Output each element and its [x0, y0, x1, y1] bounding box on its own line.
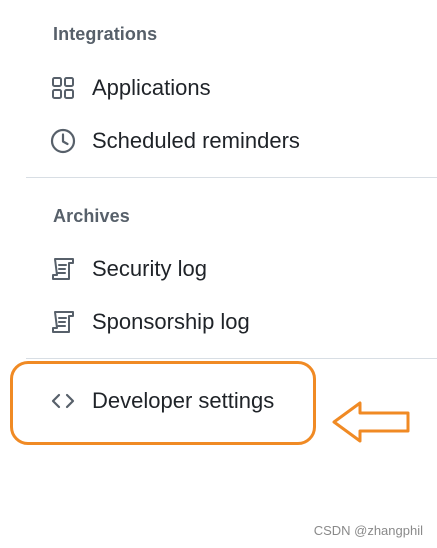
nav-item-sponsorship-log[interactable]: Sponsorship log	[50, 302, 250, 342]
highlight-box	[10, 361, 316, 445]
section-divider	[26, 358, 437, 359]
pointer-arrow-icon	[332, 401, 410, 443]
watermark: CSDN @zhangphil	[313, 523, 423, 538]
nav-item-label: Security log	[92, 256, 207, 281]
nav-item-applications[interactable]: Applications	[50, 68, 211, 108]
log-icon	[50, 309, 76, 335]
clock-icon	[50, 128, 76, 154]
nav-item-label: Sponsorship log	[92, 309, 250, 334]
nav-item-security-log[interactable]: Security log	[50, 249, 207, 289]
archives-heading: Archives	[53, 206, 130, 226]
log-icon	[50, 256, 76, 282]
nav-item-label: Scheduled reminders	[92, 128, 300, 153]
integrations-heading: Integrations	[53, 24, 158, 44]
nav-item-label: Applications	[92, 75, 211, 100]
apps-grid-icon	[50, 75, 76, 101]
section-divider	[26, 177, 437, 178]
nav-item-scheduled-reminders[interactable]: Scheduled reminders	[50, 121, 300, 161]
